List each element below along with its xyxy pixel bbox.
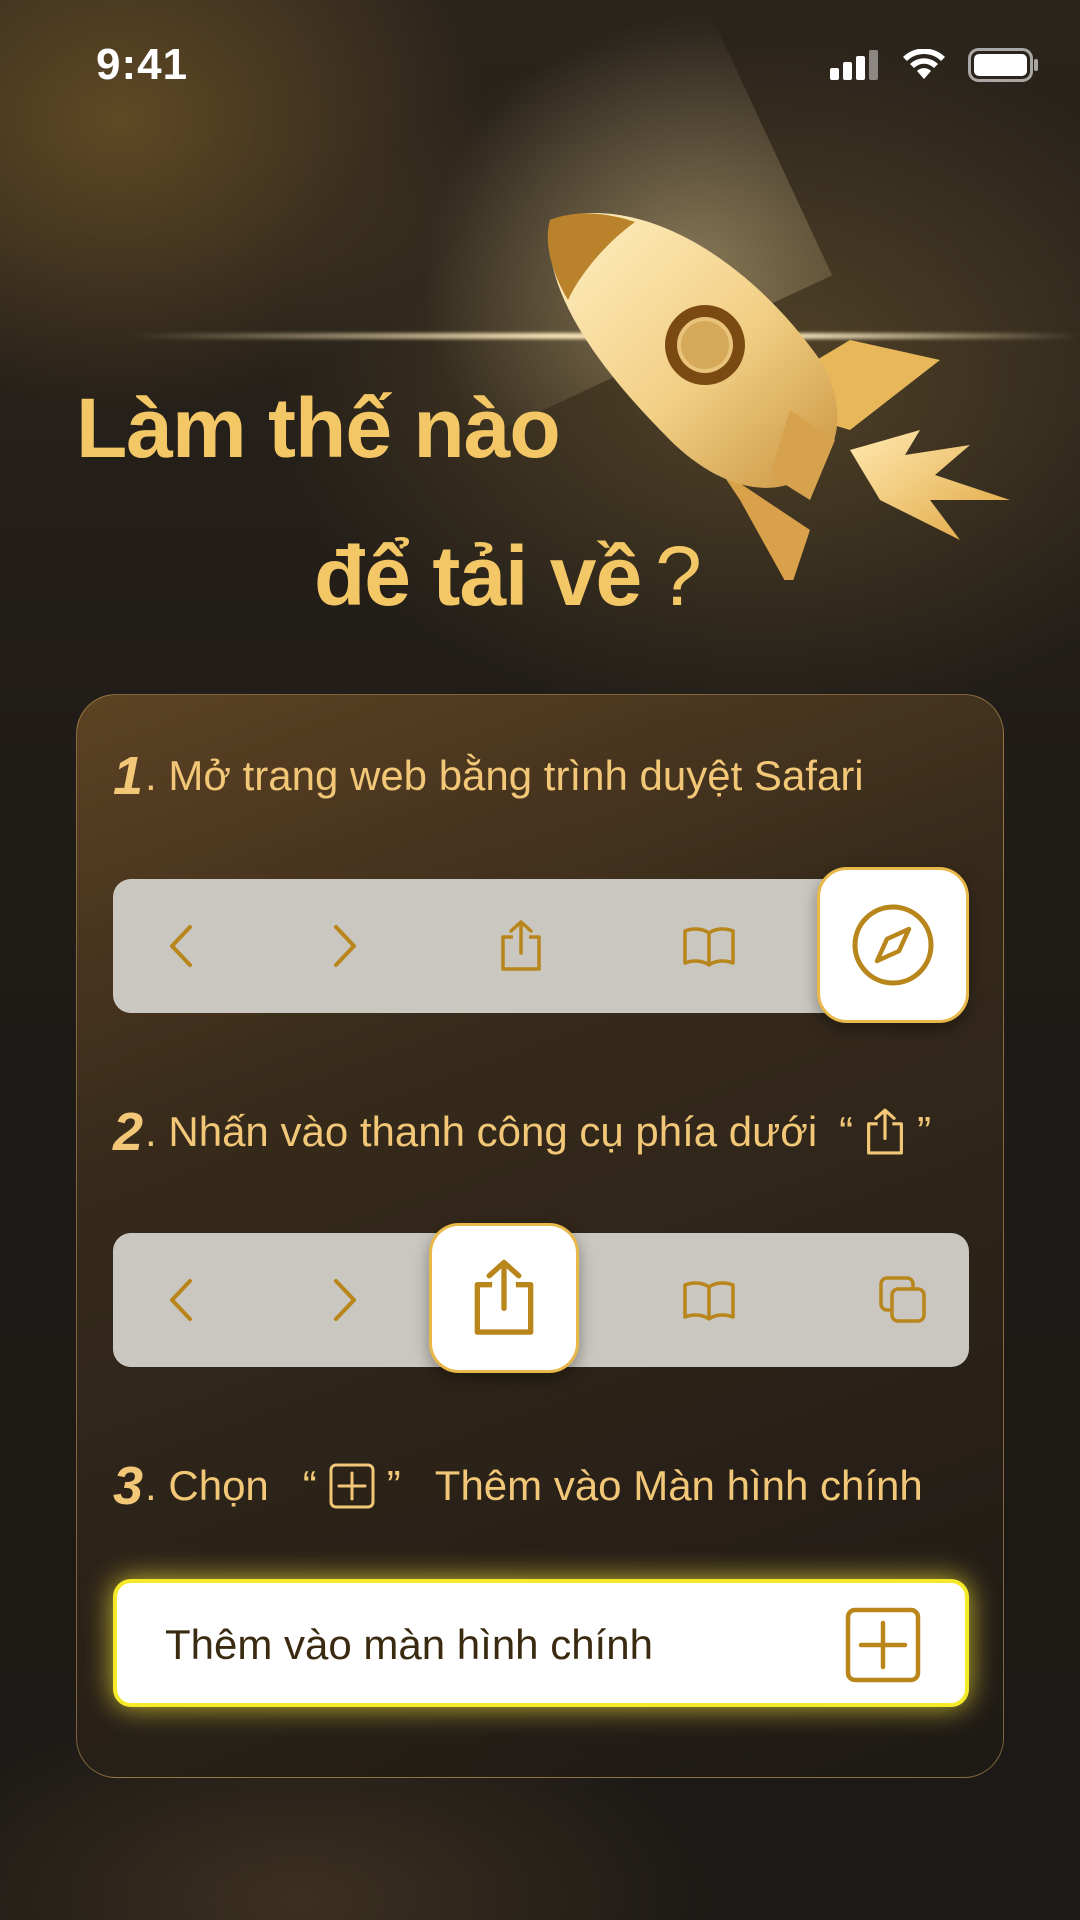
book-icon bbox=[683, 927, 735, 967]
quote-open: “ bbox=[839, 1108, 854, 1155]
step-2: 2 . Nhấn vào thanh công cụ phía dưới “ ” bbox=[113, 1101, 935, 1163]
wifi-icon bbox=[903, 49, 945, 79]
safari-compass-button[interactable] bbox=[817, 867, 969, 1023]
step-number: 2 bbox=[113, 1102, 144, 1162]
status-time: 9:41 bbox=[96, 40, 189, 89]
status-icons bbox=[830, 48, 1040, 82]
share-icon bbox=[474, 1259, 534, 1335]
step-number: 3 bbox=[113, 1456, 144, 1516]
share-button-highlighted[interactable] bbox=[429, 1223, 579, 1373]
chevron-right-icon bbox=[334, 1279, 356, 1321]
cellular-signal-icon bbox=[830, 50, 878, 80]
instruction-card: 1 . Mở trang web bằng trình duyệt Safari bbox=[76, 694, 1004, 1778]
page-title-text: để tải về bbox=[314, 529, 642, 623]
inline-add-icon-wrap bbox=[329, 1463, 375, 1509]
back-button[interactable] bbox=[121, 1233, 241, 1367]
share-icon bbox=[501, 920, 541, 971]
add-to-home-screen-label: Thêm vào màn hình chính bbox=[165, 1621, 653, 1668]
quote-close: ” bbox=[386, 1462, 401, 1509]
chevron-right-icon bbox=[334, 925, 356, 967]
forward-button[interactable] bbox=[285, 1233, 405, 1367]
forward-button[interactable] bbox=[285, 879, 405, 1013]
inline-share-icon-wrap bbox=[865, 1107, 905, 1157]
share-button[interactable] bbox=[461, 879, 581, 1013]
screen: 9:41 Làm thế nào để tải về ? 1 . Mở tran… bbox=[0, 0, 1080, 1920]
step-1: 1 . Mở trang web bằng trình duyệt Safari bbox=[113, 745, 864, 807]
back-button[interactable] bbox=[121, 879, 241, 1013]
book-icon bbox=[683, 1281, 735, 1321]
safari-toolbar-example-1 bbox=[113, 867, 969, 1023]
step-text: . Chọn bbox=[145, 1462, 269, 1509]
page-title-mark: ? bbox=[655, 529, 702, 623]
compass-icon bbox=[852, 904, 934, 986]
step-text: . Nhấn vào thanh công cụ phía dưới bbox=[145, 1108, 818, 1155]
step-text-after: Thêm vào Màn hình chính bbox=[434, 1462, 923, 1509]
plus-square-icon bbox=[329, 1463, 375, 1509]
bookmarks-button[interactable] bbox=[649, 1233, 769, 1367]
tabs-icon bbox=[879, 1276, 926, 1323]
tabs-button[interactable] bbox=[843, 1233, 963, 1367]
rocket-illustration bbox=[547, 212, 1010, 580]
chevron-left-icon bbox=[170, 1279, 192, 1321]
add-to-home-screen-option[interactable]: Thêm vào màn hình chính bbox=[113, 1579, 969, 1707]
page-title-line-2: để tải về? bbox=[314, 528, 702, 625]
step-text: . Mở trang web bằng trình duyệt Safari bbox=[145, 752, 864, 799]
bookmarks-button[interactable] bbox=[649, 879, 769, 1013]
page-title-line-1: Làm thế nào bbox=[76, 381, 561, 475]
step-number: 1 bbox=[113, 746, 144, 806]
quote-close: ” bbox=[917, 1108, 932, 1155]
safari-toolbar-example-2 bbox=[113, 1223, 969, 1373]
quote-open: “ bbox=[302, 1462, 317, 1509]
plus-square-icon bbox=[845, 1607, 921, 1683]
battery-icon bbox=[968, 48, 1038, 82]
step-3: 3 . Chọn “ ” Thêm vào Màn hình chính bbox=[113, 1455, 923, 1517]
share-icon bbox=[867, 1108, 904, 1155]
chevron-left-icon bbox=[170, 925, 192, 967]
